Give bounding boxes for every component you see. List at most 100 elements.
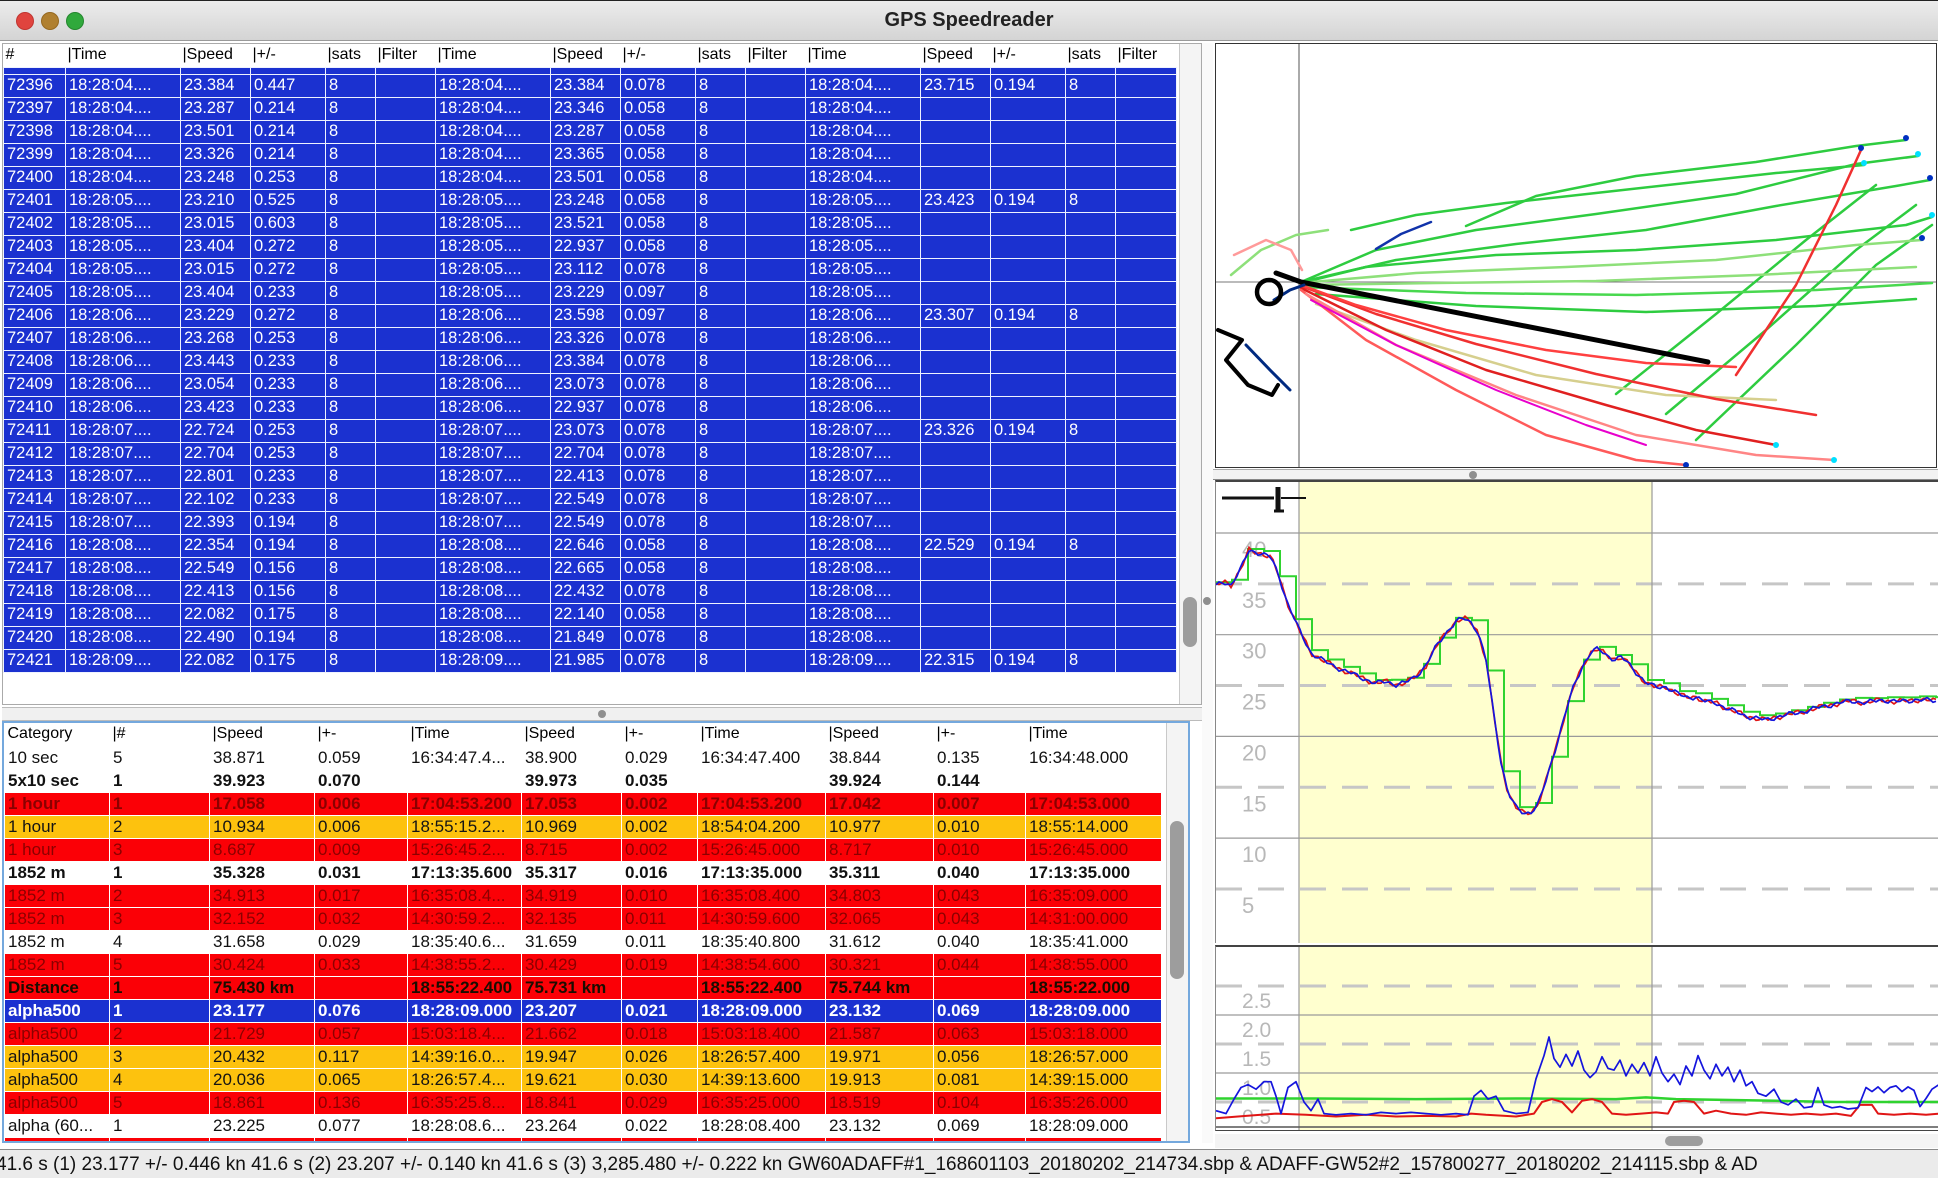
- track-cell[interactable]: 8: [1066, 304, 1116, 327]
- stats-cell[interactable]: 0.033: [315, 953, 408, 976]
- stats-cell[interactable]: alpha500: [5, 1091, 110, 1114]
- track-cell[interactable]: [991, 97, 1066, 120]
- track-cell[interactable]: 0.097: [621, 304, 696, 327]
- column-header[interactable]: |Filter: [376, 44, 436, 67]
- stats-cell[interactable]: 0.035: [622, 769, 698, 792]
- track-cell[interactable]: 18:28:03....: [66, 67, 181, 74]
- track-cell[interactable]: 8: [696, 534, 746, 557]
- track-cell[interactable]: 18:28:07....: [66, 465, 181, 488]
- track-row[interactable]: 7239618:28:04....23.3840.447818:28:04...…: [4, 74, 1177, 97]
- stats-cell[interactable]: 0.030: [622, 1068, 698, 1091]
- track-cell[interactable]: 0.078: [621, 580, 696, 603]
- stats-row[interactable]: Distance175.430 km18:55:22.40075.731 km1…: [5, 976, 1162, 999]
- track-cell[interactable]: 23.015: [181, 258, 251, 281]
- track-cell[interactable]: [746, 143, 806, 166]
- stats-cell[interactable]: 14:38:54.600: [698, 953, 826, 976]
- stats-cell[interactable]: 75.744 km: [826, 976, 934, 999]
- stats-cell[interactable]: 23.132: [826, 1114, 934, 1137]
- track-cell[interactable]: 72420: [4, 626, 66, 649]
- track-cell[interactable]: [921, 511, 991, 534]
- track-cell[interactable]: [376, 419, 436, 442]
- stats-cell[interactable]: 0.018: [622, 1022, 698, 1045]
- track-cell[interactable]: [921, 626, 991, 649]
- track-cell[interactable]: 8: [326, 327, 376, 350]
- track-cell[interactable]: 8: [1066, 74, 1116, 97]
- track-cell[interactable]: 23.364: [551, 67, 621, 74]
- stats-cell[interactable]: alpha (60...: [5, 1114, 110, 1137]
- track-row[interactable]: 7241018:28:06....23.4230.233818:28:06...…: [4, 396, 1177, 419]
- track-cell[interactable]: 18:28:04....: [66, 120, 181, 143]
- track-row[interactable]: 7239918:28:04....23.3260.214818:28:04...…: [4, 143, 1177, 166]
- track-cell[interactable]: [1066, 626, 1116, 649]
- track-row[interactable]: 7242118:28:09....22.0820.175818:28:09...…: [4, 649, 1177, 672]
- stats-cell[interactable]: 34.919: [522, 884, 622, 907]
- track-cell[interactable]: 8: [326, 373, 376, 396]
- track-cell[interactable]: 18:28:06....: [806, 304, 921, 327]
- track-row[interactable]: 7239518:28:03....23.5010.369818:28:03...…: [4, 67, 1177, 74]
- stats-cell[interactable]: 1852 m: [5, 930, 110, 953]
- track-cell[interactable]: [1066, 373, 1116, 396]
- stats-row[interactable]: alpha500221.7290.05715:03:18.4...21.6620…: [5, 1022, 1162, 1045]
- track-cell[interactable]: 0.078: [621, 67, 696, 74]
- track-row[interactable]: 7241418:28:07....22.1020.233818:28:07...…: [4, 488, 1177, 511]
- stats-cell[interactable]: 0.065: [315, 1068, 408, 1091]
- track-cell[interactable]: 8: [326, 74, 376, 97]
- track-cell[interactable]: [921, 350, 991, 373]
- track-cell[interactable]: [1116, 166, 1177, 189]
- column-header[interactable]: |Time: [1026, 723, 1162, 746]
- track-cell[interactable]: 8: [696, 189, 746, 212]
- track-cell[interactable]: [376, 626, 436, 649]
- track-cell[interactable]: 18:28:05....: [806, 235, 921, 258]
- track-cell[interactable]: 18:28:06....: [436, 327, 551, 350]
- track-cell[interactable]: [921, 97, 991, 120]
- track-cell[interactable]: 8: [326, 488, 376, 511]
- track-cell[interactable]: 72408: [4, 350, 66, 373]
- track-cell[interactable]: 0.058: [621, 235, 696, 258]
- stats-cell[interactable]: 18:28:09.000: [408, 999, 522, 1022]
- stats-cell[interactable]: alpha500: [5, 999, 110, 1022]
- track-cell[interactable]: 8: [696, 143, 746, 166]
- track-cell[interactable]: 8: [326, 212, 376, 235]
- column-header[interactable]: |Time: [408, 723, 522, 746]
- track-cell[interactable]: 18:28:08....: [66, 580, 181, 603]
- track-cell[interactable]: 18:28:04....: [66, 74, 181, 97]
- track-cell[interactable]: 23.365: [551, 143, 621, 166]
- track-cell[interactable]: 72411: [4, 419, 66, 442]
- track-cell[interactable]: [1116, 304, 1177, 327]
- track-cell[interactable]: 18:28:08....: [436, 603, 551, 626]
- track-cell[interactable]: [921, 120, 991, 143]
- track-cell[interactable]: 18:28:04....: [806, 143, 921, 166]
- stats-cell[interactable]: 17:04:53.000: [1026, 792, 1162, 815]
- track-cell[interactable]: 0.058: [621, 603, 696, 626]
- stats-cell[interactable]: 1: [110, 1114, 210, 1137]
- stats-cell[interactable]: 4: [110, 930, 210, 953]
- stats-cell[interactable]: 30.429: [522, 953, 622, 976]
- track-cell[interactable]: 23.229: [181, 304, 251, 327]
- track-cell[interactable]: [991, 465, 1066, 488]
- stats-cell[interactable]: 8.715: [522, 838, 622, 861]
- stats-cell[interactable]: 21.729: [210, 1022, 315, 1045]
- track-cell[interactable]: 0.233: [251, 373, 326, 396]
- track-cell[interactable]: 8: [1066, 649, 1116, 672]
- stats-cell[interactable]: alpha500: [5, 1022, 110, 1045]
- stats-cell[interactable]: 0.043: [934, 884, 1026, 907]
- pane-vertical-splitter[interactable]: [1202, 43, 1213, 1143]
- track-cell[interactable]: [376, 350, 436, 373]
- track-cell[interactable]: 18:28:05....: [806, 212, 921, 235]
- stats-cell[interactable]: 0.069: [934, 999, 1026, 1022]
- track-row[interactable]: 7241518:28:07....22.3930.194818:28:07...…: [4, 511, 1177, 534]
- stats-cell[interactable]: 14:39:15.000: [1026, 1068, 1162, 1091]
- track-cell[interactable]: [376, 189, 436, 212]
- stats-cell[interactable]: 16:35:08.4...: [408, 884, 522, 907]
- track-cell[interactable]: 8: [326, 189, 376, 212]
- stats-row[interactable]: 1852 m431.6580.02918:35:40.6...31.6590.0…: [5, 930, 1162, 953]
- stats-cell[interactable]: 0.136: [315, 1091, 408, 1114]
- stats-cell[interactable]: 17:04:53.200: [408, 792, 522, 815]
- stats-row[interactable]: 1 hour210.9340.00618:55:15.2...10.9690.0…: [5, 815, 1162, 838]
- track-cell[interactable]: 22.413: [181, 580, 251, 603]
- stats-cell[interactable]: 17.042: [826, 792, 934, 815]
- stats-cell[interactable]: 15:26:45.000: [698, 838, 826, 861]
- track-cell[interactable]: [376, 120, 436, 143]
- track-cell[interactable]: 23.501: [181, 120, 251, 143]
- track-cell[interactable]: [376, 304, 436, 327]
